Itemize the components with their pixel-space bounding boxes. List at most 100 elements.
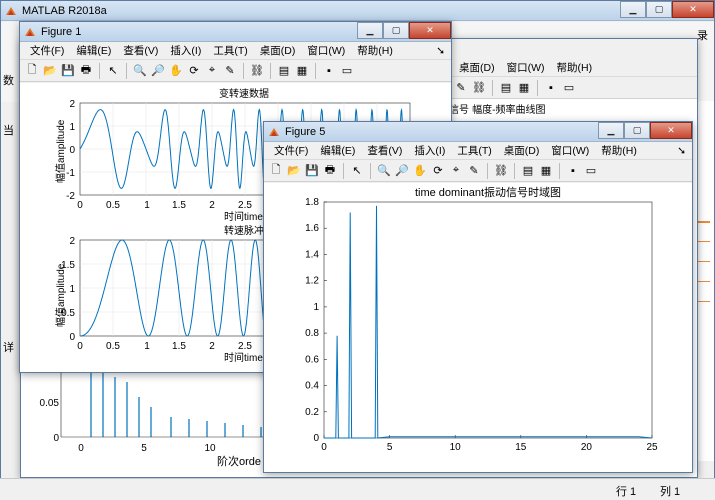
menu-overflow-icon[interactable]: ➘ <box>430 45 451 57</box>
link-icon[interactable]: ⛓ <box>493 163 509 179</box>
figure1-close-button[interactable]: ✕ <box>409 22 451 39</box>
fig1-bot-xtick-5: 2 <box>209 341 215 352</box>
fig5-chart-title: time dominant振动信号时域图 <box>415 185 561 199</box>
hide-tools-icon[interactable]: ▪ <box>543 80 559 96</box>
save-icon[interactable]: 💾 <box>304 163 320 179</box>
x-tick-label: 20 <box>581 442 593 453</box>
print-icon[interactable]: 🖶 <box>322 163 338 179</box>
figure1-titlebar[interactable]: Figure 1 ▁ ▢ ✕ <box>20 22 451 42</box>
brush-icon[interactable]: ✎ <box>453 80 469 96</box>
fig1-bottom-title: 转速脉冲 <box>224 224 264 237</box>
bg-xtick-1: 0 <box>78 443 84 454</box>
menu-tools[interactable]: 工具(T) <box>451 143 497 158</box>
figure1-maximize-button[interactable]: ▢ <box>383 22 409 39</box>
fig1-top-xtick-5: 2 <box>209 200 215 211</box>
fig1-bot-xtick-3: 1 <box>144 341 150 352</box>
fig1-top-xtick-2: 0.5 <box>106 200 120 211</box>
figure5-close-button[interactable]: ✕ <box>650 122 692 139</box>
figure5-menubar: 文件(F) 编辑(E) 查看(V) 插入(I) 工具(T) 桌面(D) 窗口(W… <box>264 142 692 160</box>
colorbar-icon[interactable]: ▤ <box>276 63 292 79</box>
left-label-1: 数 <box>3 75 14 87</box>
menu-insert[interactable]: 插入(I) <box>408 143 451 158</box>
menu-file[interactable]: 文件(F) <box>268 143 314 158</box>
menu-desktop[interactable]: 桌面(D) <box>254 43 302 58</box>
figure1-toolbar: 🗋 📂 💾 🖶 ↖ 🔍 🔎 ✋ ⟳ ⌖ ✎ ⛓ ▤ ▦ ▪ ▭ <box>20 60 451 82</box>
colorbar-icon[interactable]: ▤ <box>520 163 536 179</box>
menu-desktop[interactable]: 桌面(D) <box>498 143 546 158</box>
close-button[interactable]: ✕ <box>672 1 714 18</box>
menu-edit[interactable]: 编辑(E) <box>70 43 117 58</box>
fig1-top-xlabel: 时间time <box>224 210 263 223</box>
menu-help[interactable]: 帮助(H) <box>595 143 643 158</box>
bg-menu-window[interactable]: 窗口(W) <box>501 60 551 75</box>
fig1-top-title: 变转速数据 <box>219 87 269 100</box>
pan-icon[interactable]: ✋ <box>168 63 184 79</box>
rotate-icon[interactable]: ⟳ <box>430 163 446 179</box>
dock-icon[interactable]: ▭ <box>561 80 577 96</box>
dock-icon[interactable]: ▭ <box>339 63 355 79</box>
figure5-minimize-button[interactable]: ▁ <box>598 122 624 139</box>
fig1-bot-ytick-1: 2 <box>69 236 75 247</box>
fig1-top-xtick-1: 0 <box>77 200 83 211</box>
menu-file[interactable]: 文件(F) <box>24 43 70 58</box>
hide-tools-icon[interactable]: ▪ <box>321 63 337 79</box>
zoom-out-icon[interactable]: 🔎 <box>150 63 166 79</box>
legend-icon[interactable]: ▦ <box>538 163 554 179</box>
save-icon[interactable]: 💾 <box>60 63 76 79</box>
figure1-menubar: 文件(F) 编辑(E) 查看(V) 插入(I) 工具(T) 桌面(D) 窗口(W… <box>20 42 451 60</box>
menu-view[interactable]: 查看(V) <box>361 143 408 158</box>
zoom-out-icon[interactable]: 🔎 <box>394 163 410 179</box>
data-cursor-icon[interactable]: ⌖ <box>448 163 464 179</box>
main-titlebar: MATLAB R2018a ▁ ▢ ✕ <box>1 1 714 21</box>
fig1-bot-xtick-1: 0 <box>77 341 83 352</box>
bg-menu-desktop[interactable]: 桌面(D) <box>453 60 501 75</box>
legend-icon[interactable]: ▦ <box>516 80 532 96</box>
figure1-minimize-button[interactable]: ▁ <box>357 22 383 39</box>
open-icon[interactable]: 📂 <box>42 63 58 79</box>
link-icon[interactable]: ⛓ <box>249 63 265 79</box>
minimize-button[interactable]: ▁ <box>620 1 646 18</box>
legend-icon[interactable]: ▦ <box>294 63 310 79</box>
menu-view[interactable]: 查看(V) <box>117 43 164 58</box>
data-cursor-icon[interactable]: ⌖ <box>204 63 220 79</box>
new-figure-icon[interactable]: 🗋 <box>268 163 284 179</box>
open-icon[interactable]: 📂 <box>286 163 302 179</box>
bg-xtick-2: 5 <box>141 443 147 454</box>
dock-icon[interactable]: ▭ <box>583 163 599 179</box>
pointer-icon[interactable]: ↖ <box>105 63 121 79</box>
menu-edit[interactable]: 编辑(E) <box>314 143 361 158</box>
pan-icon[interactable]: ✋ <box>412 163 428 179</box>
fig1-top-xtick-4: 1.5 <box>172 200 186 211</box>
colorbar-icon[interactable]: ▤ <box>498 80 514 96</box>
y-tick-label: 0.4 <box>305 381 319 392</box>
hide-tools-icon[interactable]: ▪ <box>565 163 581 179</box>
brush-icon[interactable]: ✎ <box>222 63 238 79</box>
status-row: 行 1 <box>616 486 637 498</box>
link-icon[interactable]: ⛓ <box>471 80 487 96</box>
fig1-bot-xlabel: 时间time <box>224 351 263 364</box>
menu-insert[interactable]: 插入(I) <box>164 43 207 58</box>
zoom-in-icon[interactable]: 🔍 <box>132 63 148 79</box>
menu-overflow-icon[interactable]: ➘ <box>671 145 692 157</box>
figure5-titlebar[interactable]: Figure 5 ▁ ▢ ✕ <box>264 122 692 142</box>
pointer-icon[interactable]: ↖ <box>349 163 365 179</box>
fig1-bot-ytick-3: 1 <box>69 284 75 295</box>
x-tick-label: 10 <box>450 442 462 453</box>
zoom-in-icon[interactable]: 🔍 <box>376 163 392 179</box>
y-tick-label: 0.2 <box>305 407 319 418</box>
maximize-button[interactable]: ▢ <box>646 1 672 18</box>
bg-menu-help[interactable]: 帮助(H) <box>550 60 598 75</box>
menu-window[interactable]: 窗口(W) <box>545 143 595 158</box>
menu-help[interactable]: 帮助(H) <box>351 43 399 58</box>
new-figure-icon[interactable]: 🗋 <box>24 63 40 79</box>
rotate-icon[interactable]: ⟳ <box>186 63 202 79</box>
figure5-maximize-button[interactable]: ▢ <box>624 122 650 139</box>
left-label-3: 详 <box>3 342 14 354</box>
print-icon[interactable]: 🖶 <box>78 63 94 79</box>
brush-icon[interactable]: ✎ <box>466 163 482 179</box>
matlab-logo-icon <box>269 127 279 136</box>
y-tick-label: 1 <box>313 302 319 313</box>
menu-tools[interactable]: 工具(T) <box>207 43 253 58</box>
menu-window[interactable]: 窗口(W) <box>301 43 351 58</box>
x-tick-label: 15 <box>515 442 527 453</box>
